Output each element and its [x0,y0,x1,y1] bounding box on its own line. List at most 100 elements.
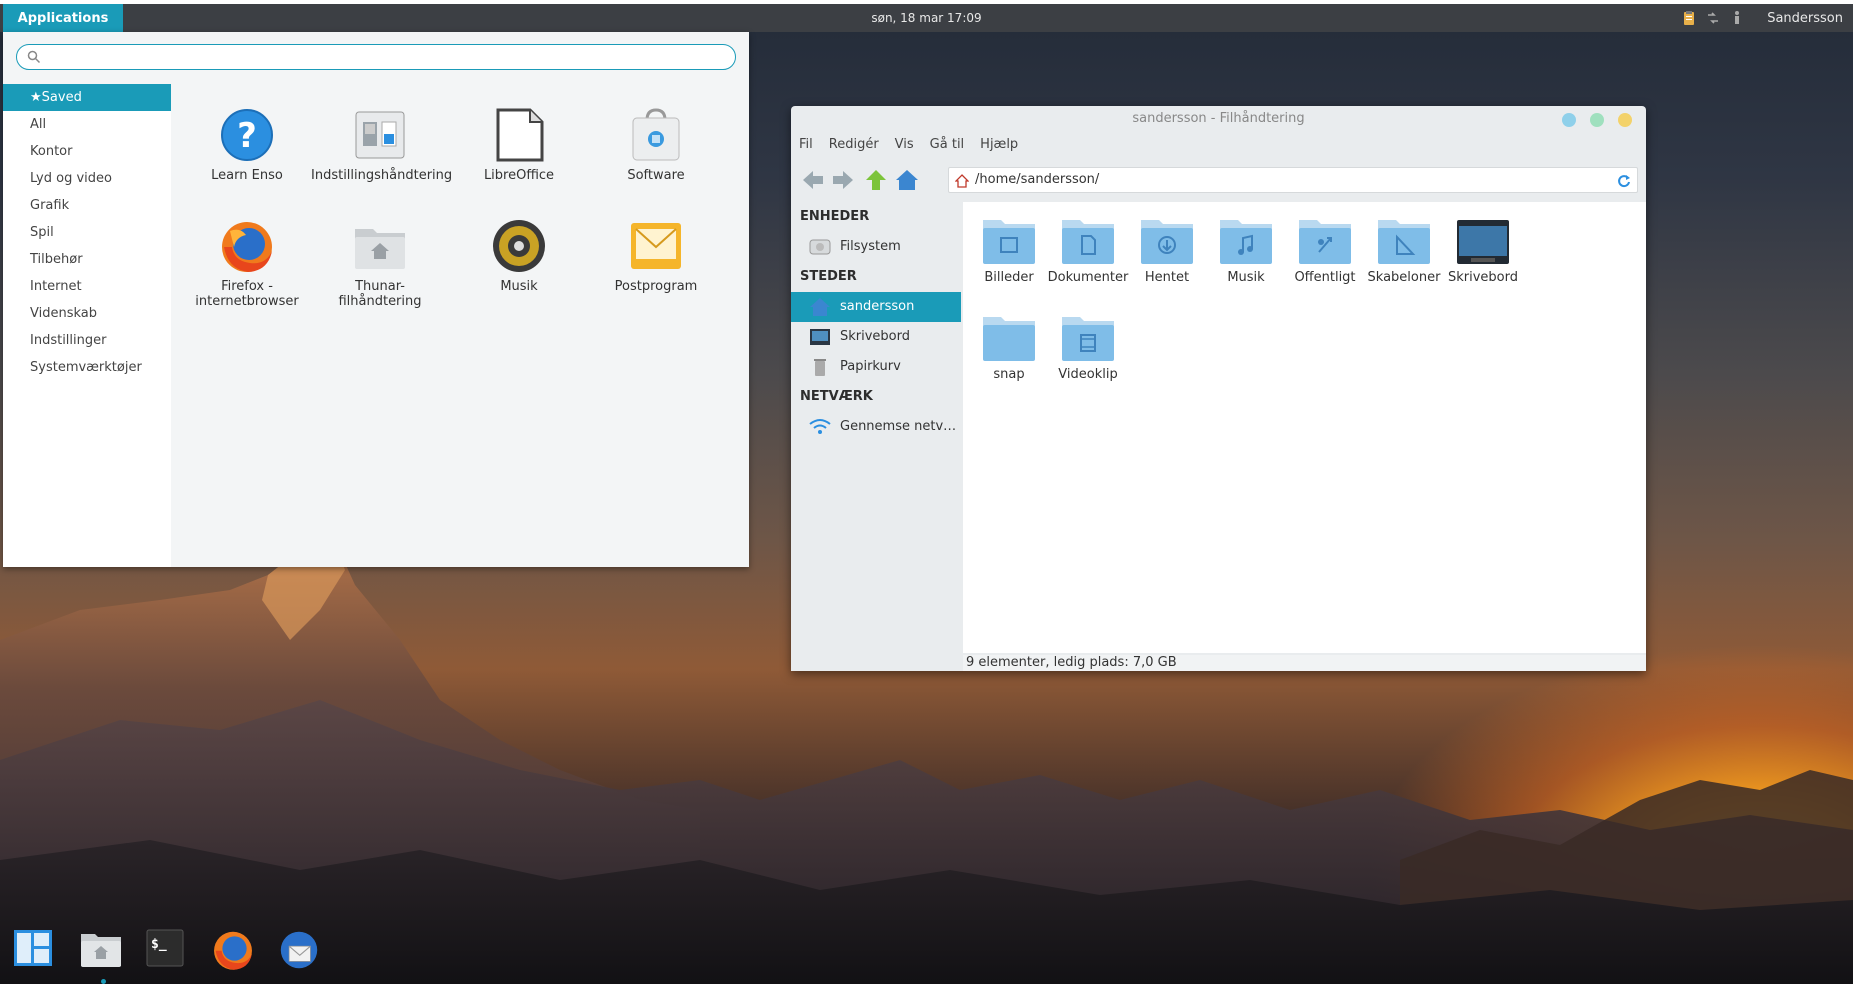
dock-item-thunderbird[interactable] [264,918,330,978]
svg-text:?: ? [237,116,257,156]
app-learn-enso[interactable]: ? Learn Enso [178,106,316,183]
app-label: Learn Enso [211,168,283,183]
network-icon[interactable] [1705,10,1721,26]
arrow-up-icon [866,170,886,190]
pictures-folder-icon [983,220,1035,264]
back-button[interactable] [801,168,825,192]
workspaces-icon [14,930,52,966]
sidebar-item-label: Skrivebord [840,329,911,344]
libreoffice-icon [496,108,544,162]
search-icon [27,49,41,68]
user-menu[interactable]: Sandersson [1767,11,1843,26]
applications-menu-button[interactable]: Applications [3,4,123,32]
clipboard-icon[interactable] [1681,10,1697,26]
app-libreoffice[interactable]: LibreOffice [450,106,588,183]
home-button[interactable] [895,168,919,192]
menu-file[interactable]: Fil [791,134,821,156]
window-title[interactable]: sandersson - Filhåndtering [791,106,1646,132]
app-thunar[interactable]: Thunar- filhåndtering [311,217,449,309]
sidebar-item-trash[interactable]: Papirkurv [791,352,961,382]
toolbar: /home/sandersson/ [791,162,1646,196]
minimize-button[interactable] [1562,113,1576,127]
category-saved[interactable]: ★Saved [3,84,171,111]
category-science[interactable]: Videnskab [3,300,171,327]
applications-menu: ★Saved All Kontor Lyd og video Grafik Sp… [3,32,749,567]
desktop-folder-icon [1457,220,1509,264]
firefox-icon [214,931,252,970]
file-view: Billeder Dokumenter Hentet Musik Offentl… [963,202,1646,653]
app-firefox[interactable]: Firefox - internetbrowser [178,217,316,309]
close-button[interactable] [1618,113,1632,127]
sidebar-item-label: Filsystem [840,239,901,254]
svg-text:$_: $_ [151,937,167,952]
app-label: Indstillingshåndtering [311,168,453,183]
category-office[interactable]: Kontor [3,138,171,165]
running-indicator [101,979,106,984]
category-all[interactable]: All [3,111,171,138]
folder-icon [983,317,1035,361]
home-icon [810,298,830,316]
trash-icon [814,359,826,376]
category-games[interactable]: Spil [3,219,171,246]
location-path: /home/sandersson/ [975,172,1100,187]
system-tray: Sandersson [1681,4,1843,32]
up-button[interactable] [864,168,888,192]
menu-view[interactable]: Vis [887,134,922,156]
file-item-label: Videoklip [1058,367,1118,382]
sidebar-item-browse-network[interactable]: Gennemse netv… [791,412,961,442]
software-store-icon [632,108,680,161]
app-grid: ? Learn Enso Indstillingshåndtering Libr… [171,84,749,567]
sidebar-item-filesystem[interactable]: Filsystem [791,232,961,262]
category-audio-video[interactable]: Lyd og video [3,165,171,192]
home-icon [896,170,918,190]
file-item-label: Skrivebord [1447,270,1518,285]
sidebar-heading-network: NETVÆRK [800,389,873,404]
videos-folder-icon [1062,317,1114,361]
menu-edit[interactable]: Redigér [821,134,887,156]
window-controls [1562,113,1632,127]
category-list: ★Saved All Kontor Lyd og video Grafik Sp… [3,84,171,567]
app-label: LibreOffice [483,168,555,183]
menu-go[interactable]: Gå til [922,134,973,156]
sidebar-item-home[interactable]: sandersson [791,292,961,322]
maximize-button[interactable] [1590,113,1604,127]
arrow-left-icon [803,171,823,189]
accessibility-icon[interactable] [1729,10,1745,26]
app-mail[interactable]: Postprogram [587,217,725,294]
category-internet[interactable]: Internet [3,273,171,300]
speaker-icon [493,220,545,272]
category-system[interactable]: Systemværktøjer [3,354,171,381]
home-icon [954,173,970,197]
app-settings-manager[interactable]: Indstillingshåndtering [311,106,453,183]
clock[interactable]: søn, 18 mar 17:09 [871,11,981,25]
templates-folder-icon [1378,220,1430,264]
file-item-desktop[interactable]: Skrivebord [1437,216,1529,285]
app-label: Firefox - [221,279,273,294]
menu-help[interactable]: Hjælp [972,134,1026,156]
search-field[interactable] [16,44,736,70]
downloads-folder-icon [1141,220,1193,264]
help-icon: ? [221,109,273,161]
category-graphics[interactable]: Grafik [3,192,171,219]
dock-item-terminal[interactable]: $_ [132,918,198,978]
dock-item-workspaces[interactable] [0,918,66,978]
app-music[interactable]: Musik [450,217,588,294]
dock-item-file-manager[interactable] [66,918,132,978]
app-software[interactable]: Software [587,106,725,183]
top-panel: Applications søn, 18 mar 17:09 Sandersso… [0,0,1853,32]
search-input[interactable] [47,47,717,67]
category-settings[interactable]: Indstillinger [3,327,171,354]
dock-item-firefox[interactable] [198,918,264,978]
sidebar-item-label: sandersson [840,299,915,314]
file-item-videos[interactable]: Videoklip [1042,313,1134,382]
sidebar-item-desktop[interactable]: Skrivebord [791,322,961,352]
music-folder-icon [1220,220,1272,264]
file-manager-window: sandersson - Filhåndtering Fil Redigér V… [791,106,1646,671]
forward-button[interactable] [831,168,855,192]
category-accessories[interactable]: Tilbehør [3,246,171,273]
location-bar[interactable]: /home/sandersson/ [948,167,1638,193]
reload-icon[interactable] [1617,173,1631,197]
mail-icon [631,223,681,269]
sidebar-item-label: Gennemse netv… [840,419,957,434]
dock: $_ [0,918,330,978]
